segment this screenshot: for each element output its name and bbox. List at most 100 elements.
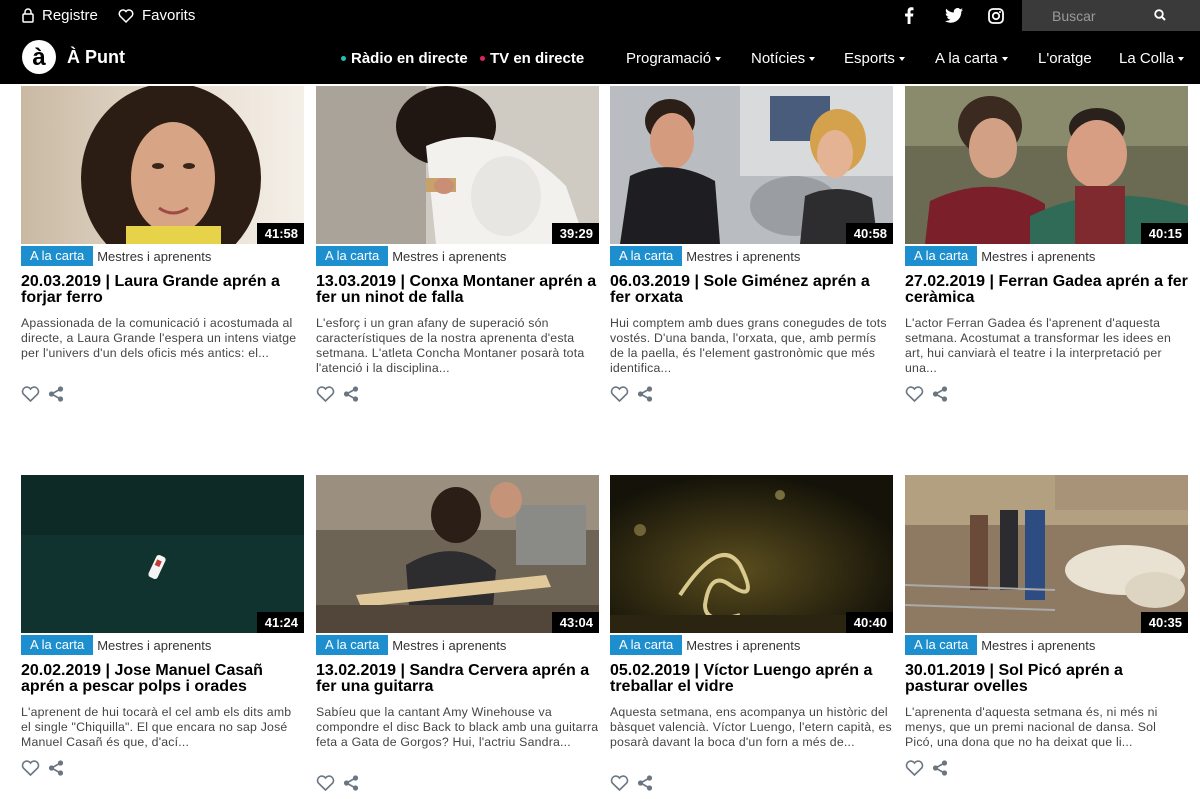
heart-icon[interactable] xyxy=(905,386,924,402)
card-actions xyxy=(905,386,956,402)
video-card[interactable]: 40:15 A la carta Mestres i aprenents 27.… xyxy=(905,86,1188,402)
card-tags: A la carta Mestres i aprenents xyxy=(316,246,599,266)
video-card[interactable]: 41:24 A la carta Mestres i aprenents 20.… xyxy=(21,475,304,776)
category-tag[interactable]: A la carta xyxy=(316,635,389,655)
search-icon xyxy=(1154,9,1166,21)
card-description: Hui comptem amb dues grans conegudes de … xyxy=(610,316,887,375)
card-title[interactable]: 27.02.2019 | Ferran Gadea aprén a fer ce… xyxy=(905,274,1188,306)
share-icon[interactable] xyxy=(932,760,948,776)
card-description: L'aprenenta d'aquesta setmana és, ni més… xyxy=(905,705,1158,749)
search-button[interactable] xyxy=(1146,4,1174,26)
program-tag[interactable]: Mestres i aprenents xyxy=(97,638,211,653)
nav-label: La Colla xyxy=(1119,50,1175,67)
search-input[interactable] xyxy=(1022,0,1162,31)
favorites-link[interactable]: Favorits xyxy=(118,0,195,31)
program-tag[interactable]: Mestres i aprenents xyxy=(981,249,1095,264)
card-title[interactable]: 13.03.2019 | Conxa Montaner aprén a fer … xyxy=(316,274,599,306)
live-tv-link[interactable]: TV en directe xyxy=(480,50,584,67)
video-thumbnail[interactable]: 40:40 xyxy=(610,475,893,633)
favorites-label: Favorits xyxy=(142,7,196,24)
share-icon[interactable] xyxy=(637,775,653,791)
video-thumbnail[interactable]: 41:24 xyxy=(21,475,304,633)
duration-badge: 43:04 xyxy=(551,612,599,633)
share-icon[interactable] xyxy=(343,386,359,402)
card-description: Sabíeu que la cantant Amy Winehouse va c… xyxy=(316,705,599,749)
card-title[interactable]: 20.03.2019 | Laura Grande aprén a forjar… xyxy=(21,274,304,306)
share-icon[interactable] xyxy=(637,386,653,402)
share-icon[interactable] xyxy=(48,386,64,402)
nav-label: L'oratge xyxy=(1038,50,1092,67)
nav-item-noticies[interactable]: Notícies xyxy=(751,50,816,67)
svg-text:à: à xyxy=(32,44,46,70)
heart-icon[interactable] xyxy=(610,775,629,791)
card-title[interactable]: 13.02.2019 | Sandra Cervera aprén a fer … xyxy=(316,663,599,695)
card-tags: A la carta Mestres i aprenents xyxy=(21,246,304,266)
program-tag[interactable]: Mestres i aprenents xyxy=(392,249,506,264)
video-card[interactable]: 43:04 A la carta Mestres i aprenents 13.… xyxy=(316,475,599,791)
video-card[interactable]: 40:40 A la carta Mestres i aprenents 05.… xyxy=(610,475,893,791)
share-icon[interactable] xyxy=(932,386,948,402)
register-link[interactable]: Registre xyxy=(22,0,98,31)
nav-item-oratge[interactable]: L'oratge xyxy=(1038,50,1092,67)
category-tag[interactable]: A la carta xyxy=(905,246,978,266)
heart-icon[interactable] xyxy=(21,386,40,402)
chevron-down-icon xyxy=(1178,56,1185,61)
card-title[interactable]: 20.02.2019 | Jose Manuel Casañ aprén a p… xyxy=(21,663,304,695)
video-card[interactable]: 40:35 A la carta Mestres i aprenents 30.… xyxy=(905,475,1188,776)
video-card[interactable]: 39:29 A la carta Mestres i aprenents 13.… xyxy=(316,86,599,402)
radio-dot xyxy=(341,56,346,61)
card-actions xyxy=(610,386,661,402)
card-description: L'esforç i un gran afany de superació só… xyxy=(316,316,585,375)
card-title[interactable]: 30.01.2019 | Sol Picó aprén a pasturar o… xyxy=(905,663,1188,695)
nav-item-programacio[interactable]: Programació xyxy=(626,50,722,67)
duration-badge: 41:58 xyxy=(256,223,304,244)
category-tag[interactable]: A la carta xyxy=(316,246,389,266)
card-tags: A la carta Mestres i aprenents xyxy=(610,635,893,655)
nav-item-esports[interactable]: Esports xyxy=(844,50,905,67)
category-tag[interactable]: A la carta xyxy=(610,635,683,655)
duration-badge: 40:15 xyxy=(1140,223,1188,244)
program-tag[interactable]: Mestres i aprenents xyxy=(686,638,800,653)
category-tag[interactable]: A la carta xyxy=(610,246,683,266)
live-radio-label: Ràdio en directe xyxy=(351,50,468,67)
share-icon[interactable] xyxy=(48,760,64,776)
facebook-icon[interactable] xyxy=(898,0,920,31)
brand-name[interactable]: À Punt xyxy=(67,47,125,68)
heart-icon[interactable] xyxy=(316,775,335,791)
card-tags: A la carta Mestres i aprenents xyxy=(316,635,599,655)
live-radio-link[interactable]: Ràdio en directe xyxy=(341,50,468,67)
duration-badge: 41:24 xyxy=(256,612,304,633)
program-tag[interactable]: Mestres i aprenents xyxy=(686,249,800,264)
heart-icon[interactable] xyxy=(905,760,924,776)
card-title[interactable]: 05.02.2019 | Víctor Luengo aprén a treba… xyxy=(610,663,893,695)
card-tags: A la carta Mestres i aprenents xyxy=(21,635,304,655)
chevron-down-icon xyxy=(1001,56,1008,61)
video-thumbnail[interactable]: 40:35 xyxy=(905,475,1188,633)
user-icon xyxy=(22,8,42,23)
video-thumbnail[interactable]: 40:58 xyxy=(610,86,893,244)
register-label: Registre xyxy=(42,7,98,24)
nav-item-la-colla[interactable]: La Colla xyxy=(1119,50,1185,67)
twitter-icon[interactable] xyxy=(943,0,965,31)
program-tag[interactable]: Mestres i aprenents xyxy=(981,638,1095,653)
card-title[interactable]: 06.03.2019 | Sole Giménez aprén a fer or… xyxy=(610,274,893,306)
heart-icon[interactable] xyxy=(610,386,629,402)
video-thumbnail[interactable]: 39:29 xyxy=(316,86,599,244)
video-thumbnail[interactable]: 41:58 xyxy=(21,86,304,244)
card-description: Apassionada de la comunicació i acostuma… xyxy=(21,316,297,360)
program-tag[interactable]: Mestres i aprenents xyxy=(97,249,211,264)
heart-icon[interactable] xyxy=(316,386,335,402)
category-tag[interactable]: A la carta xyxy=(21,246,94,266)
video-card[interactable]: 40:58 A la carta Mestres i aprenents 06.… xyxy=(610,86,893,402)
video-thumbnail[interactable]: 40:15 xyxy=(905,86,1188,244)
category-tag[interactable]: A la carta xyxy=(905,635,978,655)
video-thumbnail[interactable]: 43:04 xyxy=(316,475,599,633)
nav-item-a-la-carta[interactable]: A la carta xyxy=(935,50,1008,67)
logo-icon[interactable]: à xyxy=(22,40,56,74)
program-tag[interactable]: Mestres i aprenents xyxy=(392,638,506,653)
instagram-icon[interactable] xyxy=(985,0,1007,31)
heart-icon[interactable] xyxy=(21,760,40,776)
share-icon[interactable] xyxy=(343,775,359,791)
video-card[interactable]: 41:58 A la carta Mestres i aprenents 20.… xyxy=(21,86,304,402)
category-tag[interactable]: A la carta xyxy=(21,635,94,655)
